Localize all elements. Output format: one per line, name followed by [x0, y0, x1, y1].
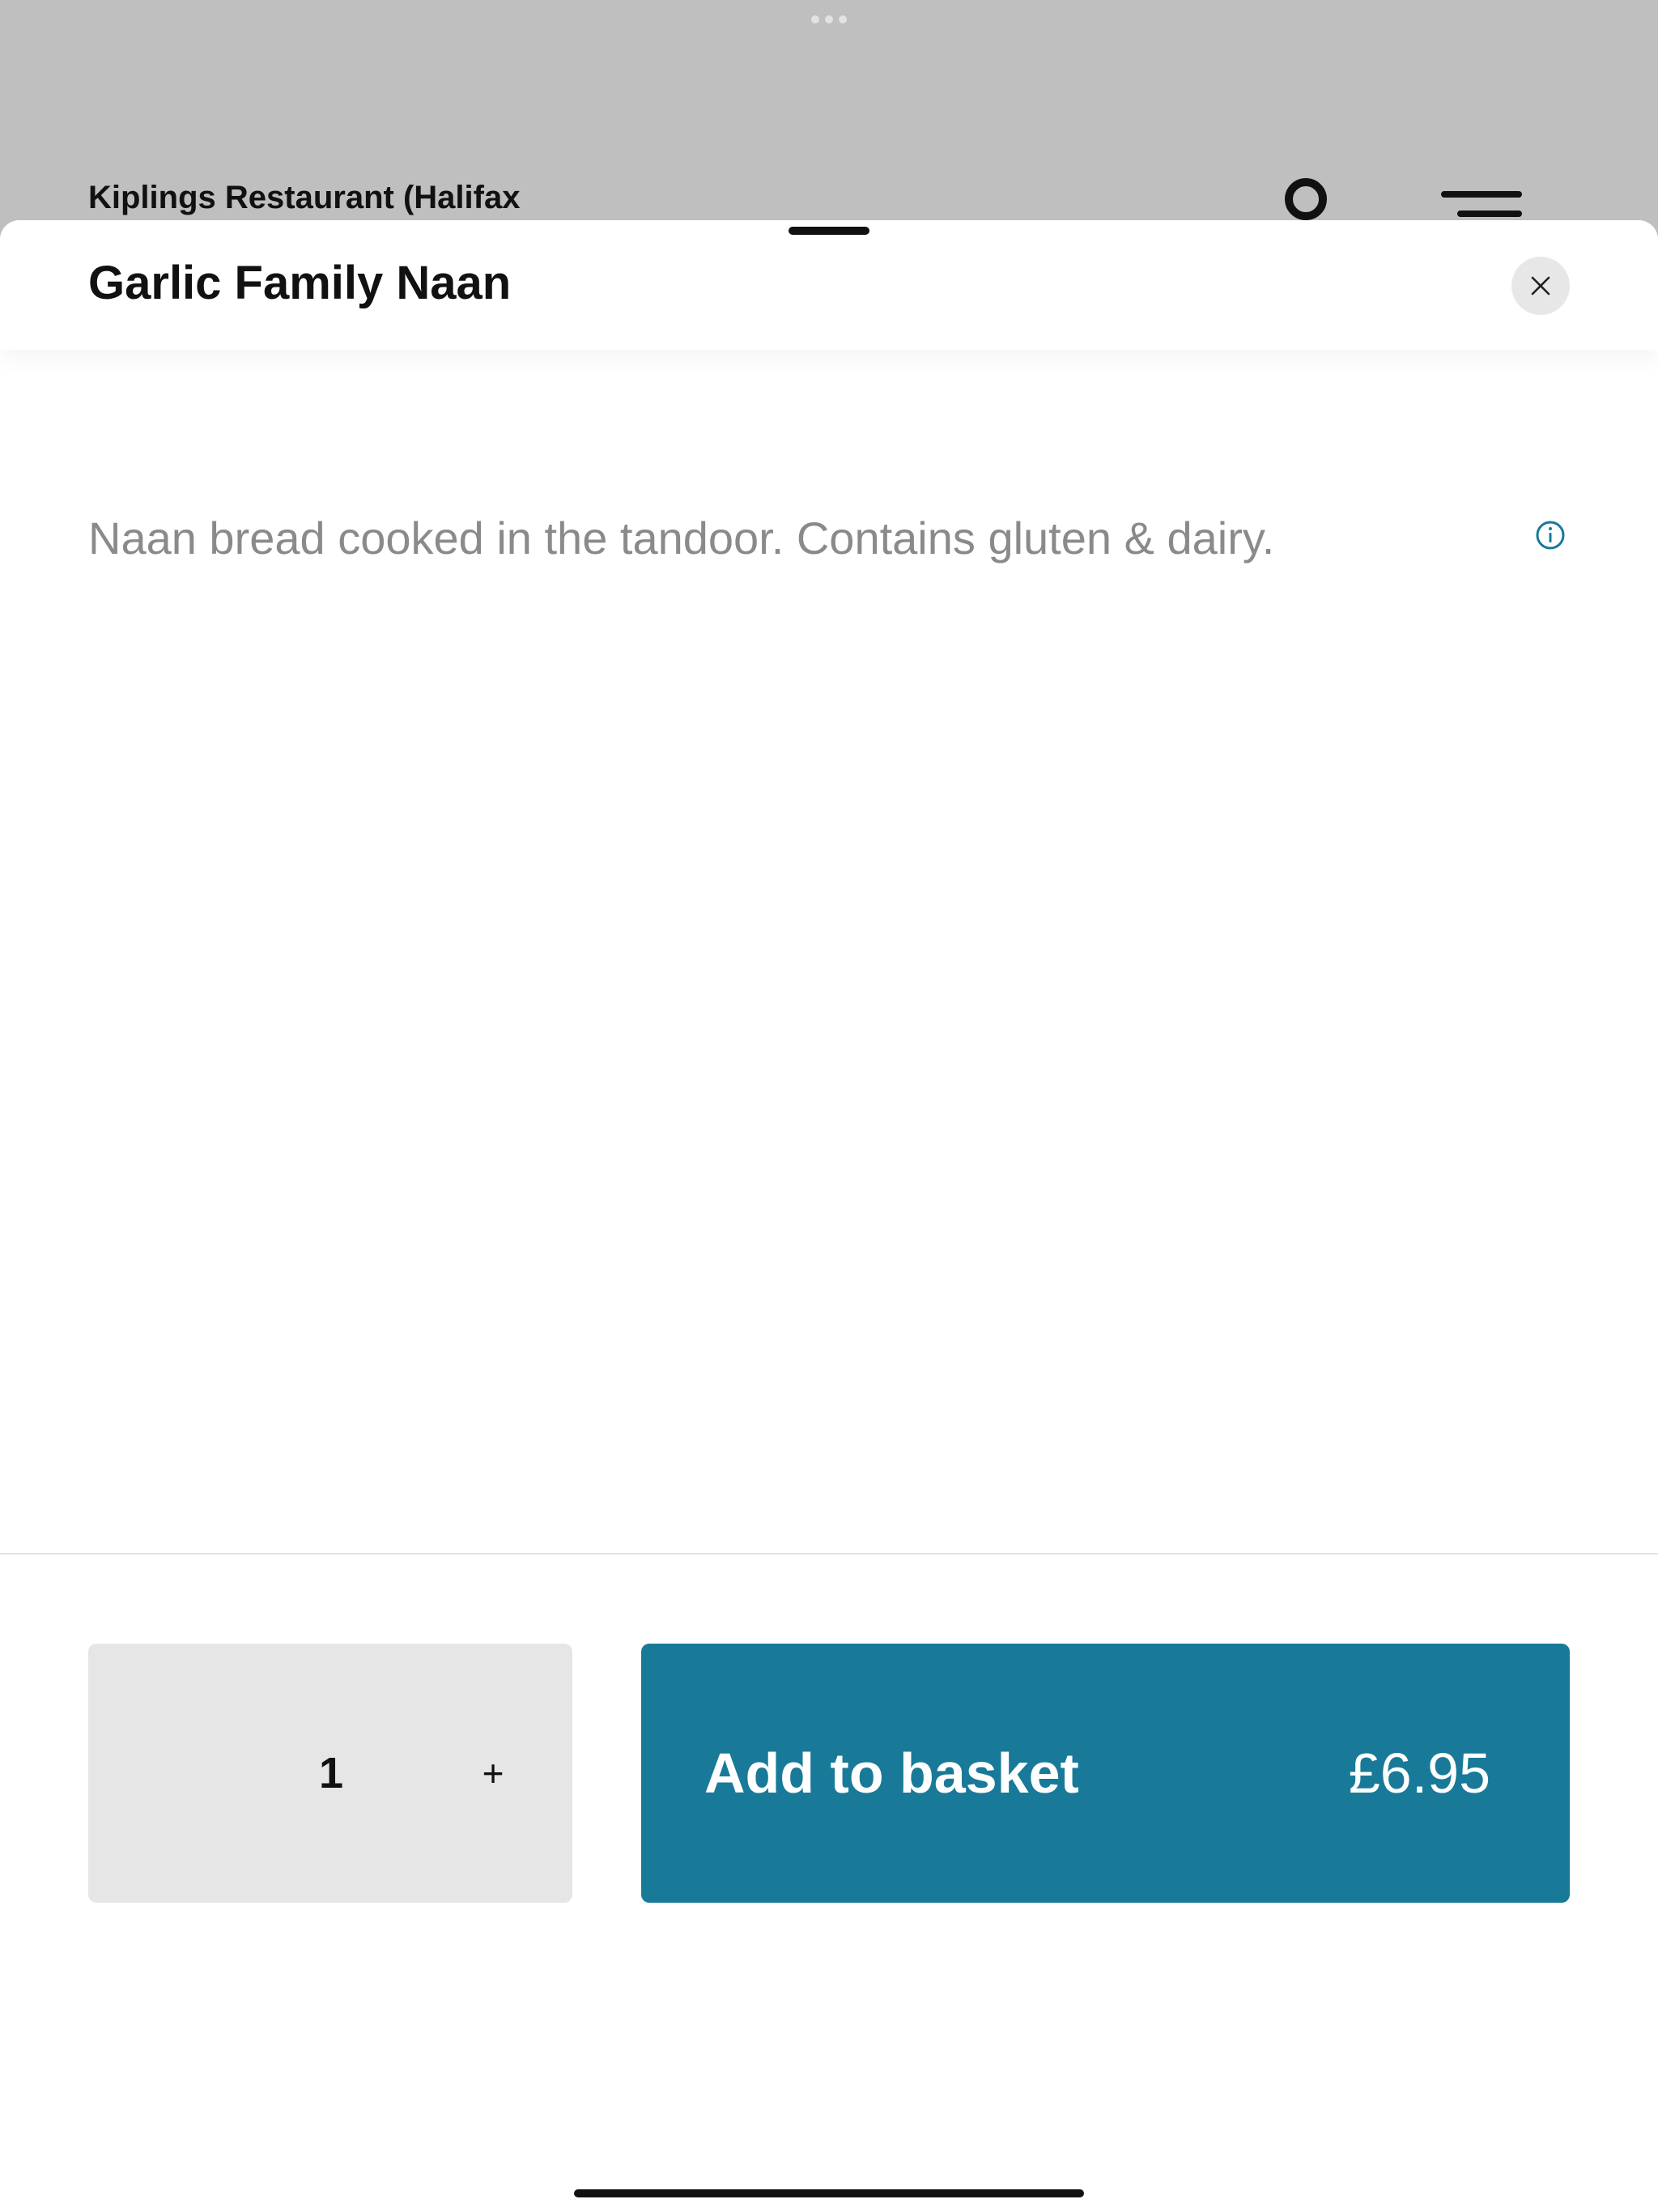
sheet-header: Garlic Family Naan — [0, 220, 1658, 350]
sheet-grabber[interactable] — [789, 227, 869, 235]
item-description: Naan bread cooked in the tandoor. Contai… — [88, 513, 1275, 564]
quantity-value: 1 — [318, 1749, 344, 1797]
add-to-basket-label: Add to basket — [704, 1742, 1079, 1805]
item-detail-sheet: Garlic Family Naan Naan bread cooked in … — [0, 220, 1658, 2212]
close-icon — [1531, 276, 1550, 296]
menu-icon[interactable] — [1441, 191, 1522, 223]
footer-divider — [0, 1553, 1658, 1555]
price-label: £6.95 — [1348, 1742, 1490, 1805]
quantity-stepper: 1 + — [88, 1644, 572, 1903]
item-title: Garlic Family Naan — [88, 257, 512, 309]
multitasking-dots-icon[interactable] — [811, 15, 847, 24]
restaurant-name: Kiplings Restaurant (Halifax — [88, 180, 521, 215]
increment-button[interactable]: + — [444, 1644, 542, 1903]
account-icon[interactable] — [1283, 177, 1329, 222]
info-icon[interactable] — [1534, 519, 1567, 551]
close-button[interactable] — [1511, 257, 1570, 315]
add-to-basket-button[interactable]: Add to basket £6.95 — [641, 1644, 1570, 1903]
home-indicator[interactable] — [574, 2189, 1084, 2197]
